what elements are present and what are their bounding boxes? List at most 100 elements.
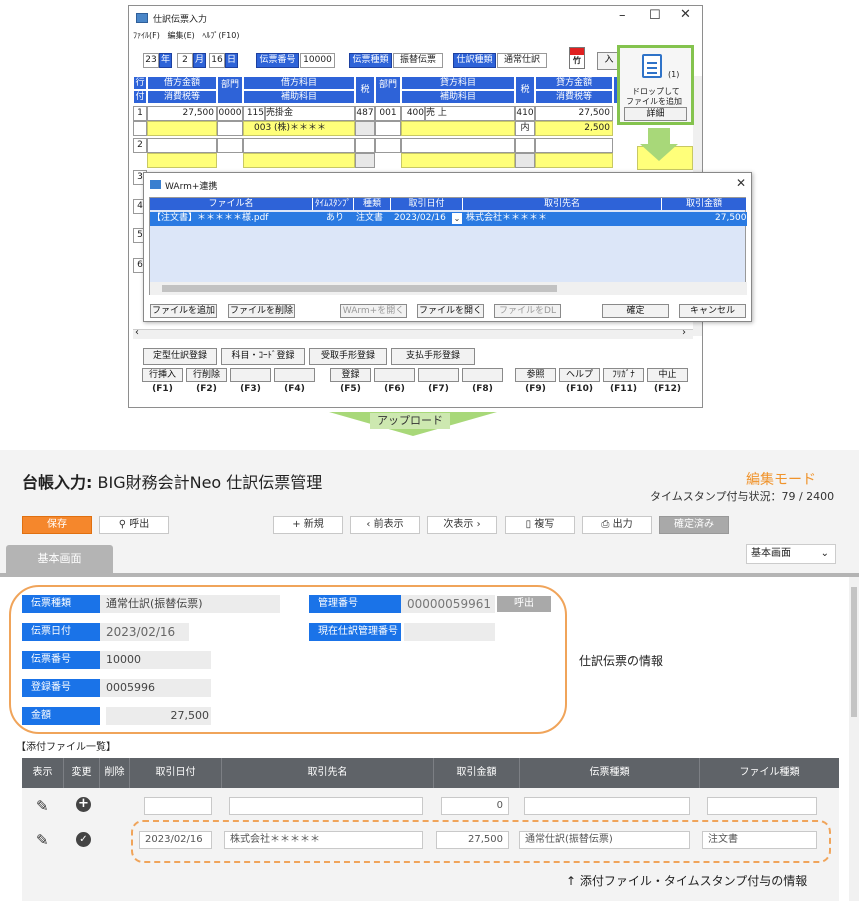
month-field[interactable]: 2 [177, 53, 193, 68]
row1-credit-amount[interactable]: 27,500 [535, 106, 613, 121]
row1-tax2-kind[interactable]: 内 [515, 121, 535, 136]
row1-credit-code[interactable]: 400 [401, 106, 425, 121]
row2-cell[interactable] [243, 138, 355, 153]
row2-cell[interactable] [401, 153, 515, 168]
tab-basic[interactable]: 基本画面 [6, 545, 113, 573]
minimize-icon[interactable]: – [619, 8, 626, 23]
row2-cell[interactable] [147, 138, 217, 153]
pencil-icon[interactable]: ✎ [36, 831, 49, 849]
th-file-kind: ファイル種類 [700, 758, 839, 788]
row1-tax2[interactable]: 410 [515, 106, 535, 121]
year-field[interactable]: 23 [143, 53, 159, 68]
fkey-button-2[interactable]: 行削除 [186, 368, 227, 382]
row1-account-name[interactable]: 売掛金 [265, 106, 355, 121]
row1-account-code[interactable]: 115 [243, 106, 265, 121]
account-code-register-button[interactable]: 科目・ｺｰﾄﾞ登録 [221, 348, 305, 365]
row2-cell[interactable] [535, 153, 613, 168]
row1-tax-code[interactable]: 487 [355, 106, 375, 121]
col-row: 行 [133, 76, 147, 90]
add-icon[interactable]: + [76, 797, 91, 812]
fkey-label-4: (F4) [284, 384, 305, 394]
new-row-partner[interactable] [229, 797, 423, 815]
scroll-right-icon[interactable]: › [682, 327, 686, 338]
dialog-add-file-button[interactable]: ファイルを追加 [150, 304, 217, 318]
new-button[interactable]: + 新規 [273, 516, 343, 534]
copy-button[interactable]: ▯ 複写 [505, 516, 575, 534]
drop-zone[interactable]: (1) ドロップして ファイルを追加 詳細 [617, 45, 694, 125]
journal-kind-field[interactable]: 通常仕訳 [497, 53, 547, 68]
check-icon[interactable]: ✓ [76, 832, 91, 847]
dialog-file-row[interactable]: 【注文書】＊＊＊＊＊様.pdf あり 注文書 2023/02/16 ⌄ 株式会社… [150, 212, 747, 226]
fkey-button-5[interactable]: 登録 [330, 368, 371, 382]
detail-button[interactable]: 詳細 [624, 107, 687, 121]
fkey-button-12[interactable]: 中止 [647, 368, 688, 382]
day-field[interactable]: 16 [209, 53, 225, 68]
fkey-button-6[interactable] [374, 368, 415, 382]
row1-credit-name[interactable]: 売 上 [425, 106, 515, 121]
row2-cell[interactable] [243, 153, 355, 168]
row1-sub-account[interactable]: 003 (株)＊＊＊＊ [243, 121, 355, 136]
fkey-button-1[interactable]: 行挿入 [142, 368, 183, 382]
fkey-button-10[interactable]: ヘルプ [559, 368, 600, 382]
confirmed-button[interactable]: 確定済み [659, 516, 729, 534]
slip-no-field[interactable]: 10000 [300, 53, 335, 68]
fkey-button-11[interactable]: ﾌﾘｶﾞﾅ [603, 368, 644, 382]
fkey-button-9[interactable]: 参照 [515, 368, 556, 382]
save-button[interactable]: 保存 [22, 516, 92, 534]
print-button[interactable]: ⎙ 出力 [582, 516, 652, 534]
dialog-delete-file-button[interactable]: ファイルを削除 [228, 304, 295, 318]
row2-cell[interactable] [147, 153, 217, 168]
template-register-button[interactable]: 定型仕訳登録 [143, 348, 217, 365]
menu-edit[interactable]: 編集(E) [167, 31, 194, 40]
menu-file[interactable]: ﾌｧｲﾙ(F) [133, 31, 160, 40]
payable-note-button[interactable]: 支払手形登録 [391, 348, 475, 365]
fkey-button-3[interactable] [230, 368, 271, 382]
page-scrollbar[interactable] [849, 577, 859, 901]
slip-kind-field[interactable]: 振替伝票 [393, 53, 443, 68]
row1-debit-amount[interactable]: 27,500 [147, 106, 217, 121]
new-row-file-kind[interactable] [707, 797, 817, 815]
menu-help[interactable]: ﾍﾙﾌﾟ(F10) [202, 31, 239, 40]
new-row-amount[interactable]: 0 [441, 797, 509, 815]
dialog-open-file-button[interactable]: ファイルを開く [417, 304, 484, 318]
close-icon[interactable]: ✕ [680, 7, 691, 22]
row2-cell[interactable] [401, 138, 515, 153]
row2-cell[interactable] [375, 138, 401, 153]
row2-cell[interactable] [217, 138, 243, 153]
dialog-download-button[interactable]: ファイルをDL [494, 304, 561, 318]
row1-tax-amount-debit[interactable] [147, 121, 217, 136]
dialog-cancel-button[interactable]: キャンセル [679, 304, 746, 318]
calculator-icon[interactable]: 竹 [569, 47, 585, 69]
fkey-button-8[interactable] [462, 368, 503, 382]
fkey-button-7[interactable] [418, 368, 459, 382]
row1-dept[interactable]: 0000 [217, 106, 243, 121]
fkey-button-4[interactable] [274, 368, 315, 382]
prev-button[interactable]: ‹ 前表示 [350, 516, 420, 534]
row1-tax-amount[interactable]: 2,500 [535, 121, 613, 136]
new-row-slip-kind[interactable] [524, 797, 690, 815]
maximize-icon[interactable]: ☐ [649, 8, 661, 23]
row2-cell[interactable] [535, 138, 613, 153]
dialog-open-warm-button[interactable]: WArm+を開く [340, 304, 407, 318]
next-button[interactable]: 次表示 › [427, 516, 497, 534]
pencil-icon[interactable]: ✎ [36, 797, 49, 815]
dialog-confirm-button[interactable]: 確定 [602, 304, 669, 318]
dialog-row-date[interactable]: 2023/02/16 [394, 212, 446, 225]
view-select[interactable]: 基本画面 ⌄ [746, 544, 836, 564]
page-scroll-thumb[interactable] [851, 587, 857, 717]
row2-cell[interactable] [515, 138, 535, 153]
row2-cell[interactable] [355, 138, 375, 153]
horizontal-scrollbar[interactable] [133, 329, 693, 339]
month-label: 月 [193, 53, 206, 68]
row1-sub-account2[interactable] [401, 121, 515, 136]
col-dept2: 部門 [375, 76, 401, 104]
dialog-scroll-thumb[interactable] [162, 285, 557, 292]
call-button[interactable]: ⚲ 呼出 [99, 516, 169, 534]
dialog-close-icon[interactable]: ✕ [736, 176, 746, 190]
dialog-date-dropdown-icon[interactable]: ⌄ [452, 213, 462, 224]
new-row-date[interactable] [144, 797, 212, 815]
scroll-left-icon[interactable]: ‹ [135, 327, 139, 338]
receivable-note-button[interactable]: 受取手形登録 [309, 348, 387, 365]
row1-dept2[interactable]: 001 [375, 106, 401, 121]
dialog-hscroll[interactable] [150, 282, 747, 295]
